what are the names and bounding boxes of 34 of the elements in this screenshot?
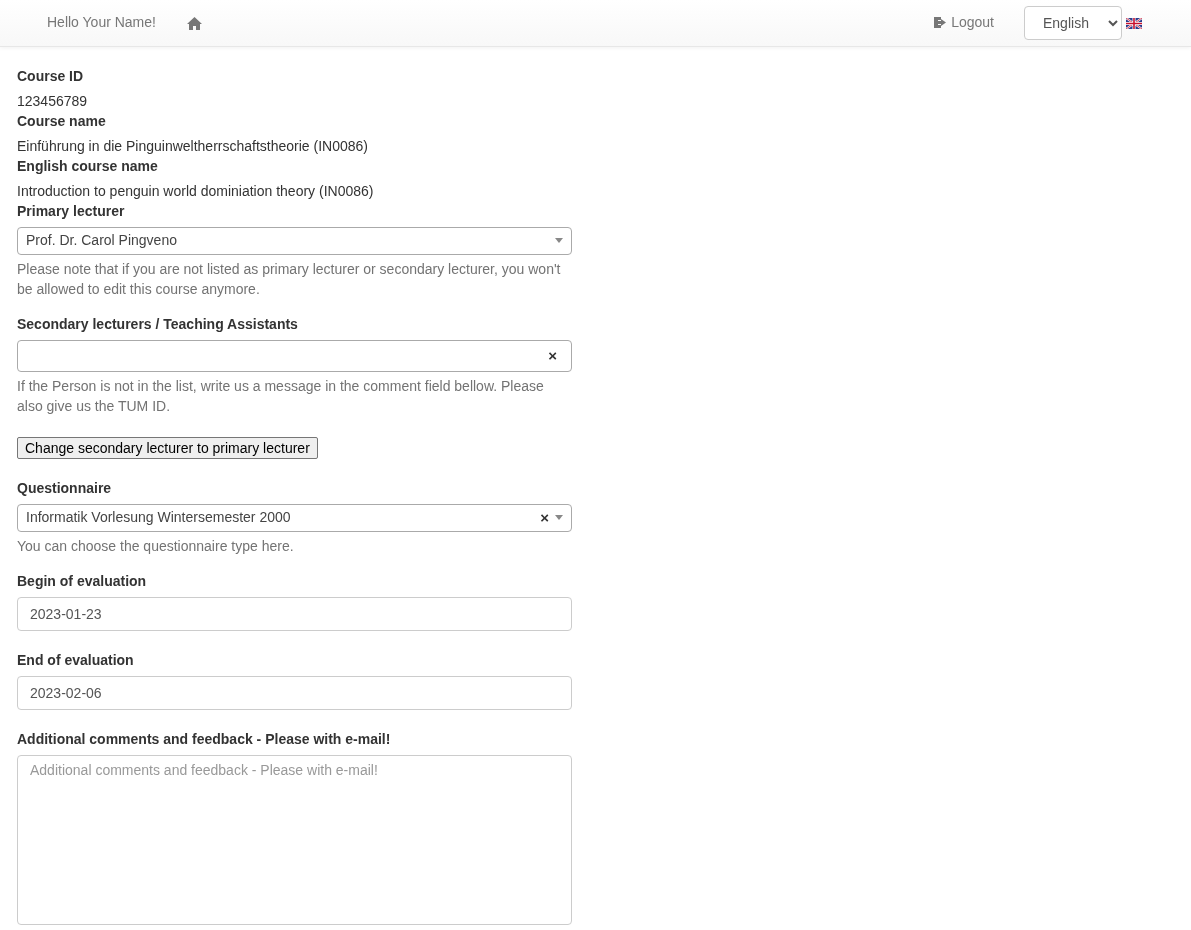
clear-button[interactable]: × (548, 345, 557, 367)
info-value: Introduction to penguin world dominiation theory (IN0086) (17, 181, 375, 201)
flag-icon[interactable] (1126, 17, 1142, 29)
help-text: Please note that if you are not listed as primary lecturer or secondary lecturer, you won't be allowed to edit this course anymore. (17, 259, 562, 299)
info-label: Course name (17, 111, 107, 131)
info-value: Einführung in die Pinguinweltherrschaftstheorie (IN0086) (17, 136, 369, 156)
logout-link[interactable]: Logout (933, 13, 994, 33)
clear-button[interactable]: × (540, 507, 549, 529)
select-field[interactable]: Prof. Dr. Carol Pingveno (17, 226, 572, 255)
field-label: End of evaluation (17, 650, 135, 670)
info-label: English course name (17, 156, 159, 176)
info-value: 123456789 (17, 92, 89, 111)
info-label: Course ID (17, 67, 85, 86)
selected-value: Informatik Vorlesung Wintersemester 2000 (26, 508, 291, 525)
home-icon[interactable] (186, 16, 202, 30)
caret-icon (555, 515, 563, 521)
caret-icon (555, 238, 563, 244)
selected-value: Prof. Dr. Carol Pingveno (26, 231, 177, 248)
help-text: If the Person is not in the list, write us a message in the comment field bellow. Please also give us the TUM ID. (17, 376, 545, 416)
language-select[interactable]: English (1024, 6, 1122, 40)
logout-icon (933, 16, 949, 30)
field-label: Primary lecturer (17, 201, 126, 221)
field-label: Begin of evaluation (17, 571, 148, 591)
greeting-text: Hello Your Name! (47, 13, 156, 32)
date-input[interactable]: 2023-01-23 (17, 596, 572, 631)
field-label: Additional comments and feedback - Please with e-mail! (17, 729, 392, 749)
field-label: Secondary lecturers / Teaching Assistants (17, 314, 299, 334)
select-field[interactable]: Informatik Vorlesung Wintersemester 2000 × (17, 503, 572, 532)
comment-textarea[interactable]: Additional comments and feedback - Please with e-mail! (17, 754, 572, 925)
field-label: Questionnaire (17, 478, 113, 498)
help-text: You can choose the questionnaire type here. (17, 536, 295, 556)
change-lecturer-button[interactable]: Change secondary lecturer to primary lecturer (17, 436, 318, 459)
date-input[interactable]: 2023-02-06 (17, 675, 572, 710)
multi-select-field[interactable]: × (17, 339, 572, 372)
